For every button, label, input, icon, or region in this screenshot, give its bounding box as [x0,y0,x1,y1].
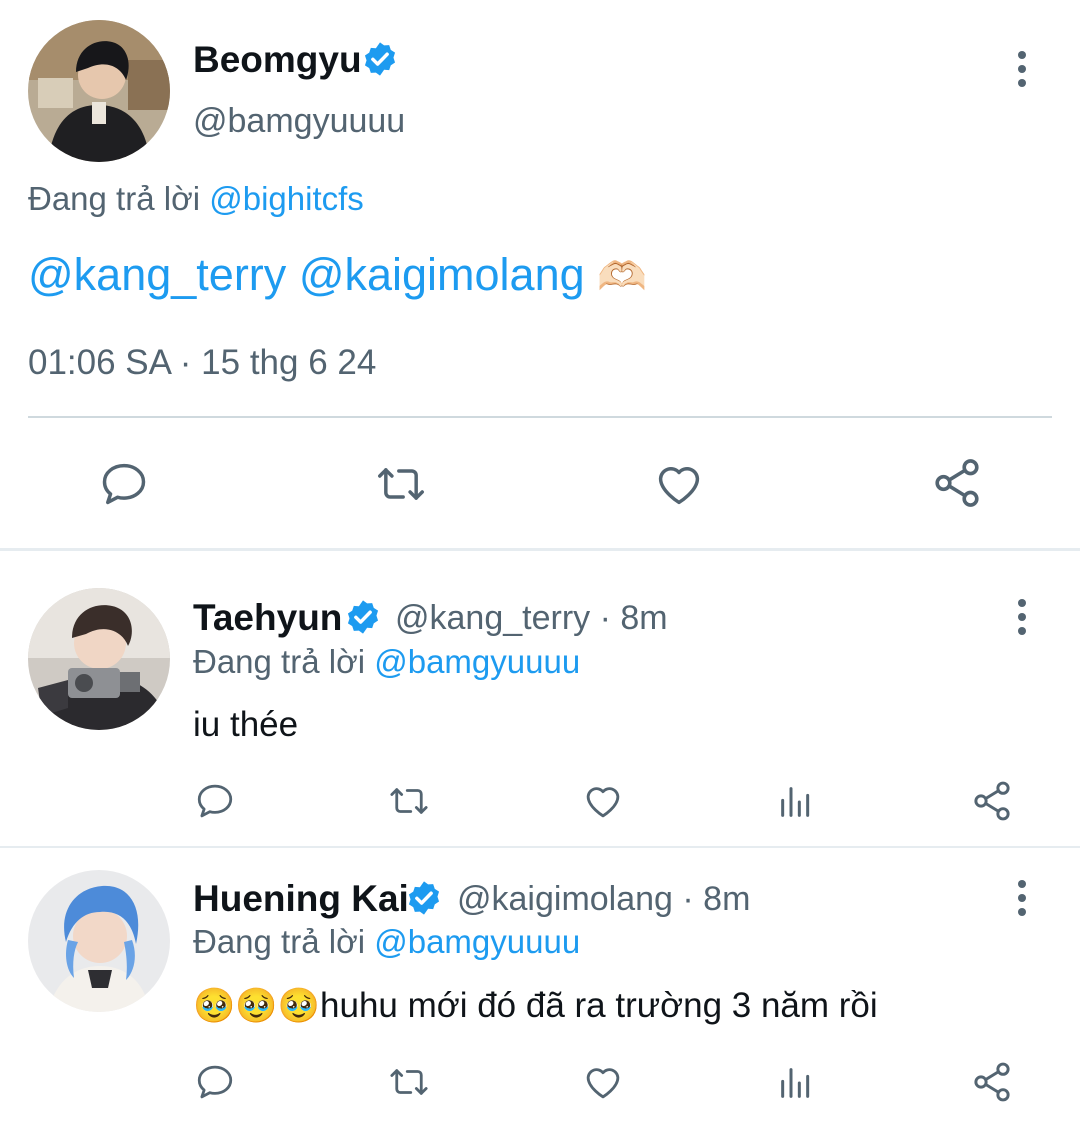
user-handle[interactable]: @bamgyuuuu [193,100,405,142]
replying-to-line: Đang trả lời @bighitcfs [28,178,364,220]
like-icon[interactable] [581,780,625,822]
mention-link[interactable]: @kaigimolang [299,249,585,300]
reply-icon[interactable] [194,1061,236,1103]
user-handle[interactable]: @kang_terry · 8m [395,597,668,639]
heart-hands-emoji: 🫶🏻 [597,255,647,299]
replying-label: Đang trả lời [193,923,366,960]
pleading-face-emoji: 🥹🥹🥹 [193,987,321,1025]
views-icon[interactable] [776,782,816,822]
more-icon [1018,51,1026,59]
replying-to-line: Đang trả lời @bamgyuuuu [193,641,580,683]
more-options-button[interactable] [1016,51,1028,87]
more-options-button[interactable] [1016,880,1028,916]
tweet-timestamp[interactable]: 01:06 SA · 15 thg 6 24 [28,342,376,384]
divider [28,416,1052,418]
mention-link[interactable]: @kang_terry [28,249,286,300]
avatar[interactable] [28,588,170,730]
views-icon[interactable] [776,1063,816,1103]
retweet-icon[interactable] [384,780,434,822]
more-icon [1018,599,1026,607]
share-icon[interactable] [930,456,984,510]
tweet-text: @kang_terry @kaigimolang 🫶🏻 [28,248,647,304]
replying-to-link[interactable]: @bamgyuuuu [374,643,580,680]
display-name[interactable]: Huening Kai [193,877,409,921]
reply-text: huhu mới đó đã ra trường 3 năm rồi [320,986,878,1025]
verified-badge-icon [405,879,443,917]
avatar-image [28,588,170,730]
avatar-image [28,870,170,1012]
verified-badge-icon [361,40,399,78]
tweet-text: 🥹🥹🥹huhu mới đó đã ra trường 3 năm rồi [193,985,878,1027]
display-name[interactable]: Taehyun [193,596,342,640]
display-name[interactable]: Beomgyu [193,38,362,82]
like-icon[interactable] [652,458,706,510]
retweet-icon[interactable] [384,1061,434,1103]
more-icon [1018,880,1026,888]
share-icon[interactable] [970,1060,1014,1104]
section-divider [0,548,1080,551]
replying-label: Đang trả lời [28,180,201,217]
share-icon[interactable] [970,779,1014,823]
replying-label: Đang trả lời [193,643,366,680]
reply-icon[interactable] [98,458,150,510]
verified-badge-icon [344,598,382,636]
avatar-image [28,20,170,162]
like-icon[interactable] [581,1061,625,1103]
tweet-text: iu thée [193,705,299,744]
replying-to-link[interactable]: @bamgyuuuu [374,923,580,960]
replying-to-link[interactable]: @bighitcfs [209,180,364,217]
section-divider [0,846,1080,848]
user-handle[interactable]: @kaigimolang · 8m [457,878,750,920]
retweet-icon[interactable] [370,458,432,510]
avatar[interactable] [28,870,170,1012]
replying-to-line: Đang trả lời @bamgyuuuu [193,921,580,963]
reply-icon[interactable] [194,780,236,822]
more-options-button[interactable] [1016,599,1028,635]
avatar[interactable] [28,20,170,162]
